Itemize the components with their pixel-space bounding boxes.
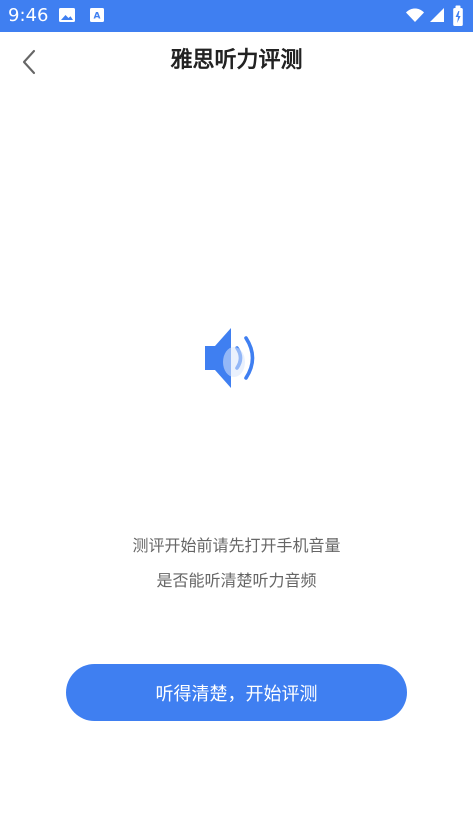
wifi-icon [406,8,424,22]
text-app-icon: A [90,8,104,22]
signal-icon [430,8,444,22]
status-time: 9:46 [8,5,49,26]
svg-text:A: A [94,11,101,21]
instruction-line-2: 是否能听清楚听力音频 [156,571,317,590]
image-icon [59,8,75,22]
battery-icon [453,5,463,26]
status-bar: 9:46 A [0,0,473,32]
speaker-icon [205,328,255,388]
app-header: 雅思听力评测 [0,32,473,92]
start-assessment-button[interactable]: 听得清楚，开始评测 [66,664,407,721]
instruction-line-1: 测评开始前请先打开手机音量 [132,536,341,555]
page-title: 雅思听力评测 [170,48,303,73]
